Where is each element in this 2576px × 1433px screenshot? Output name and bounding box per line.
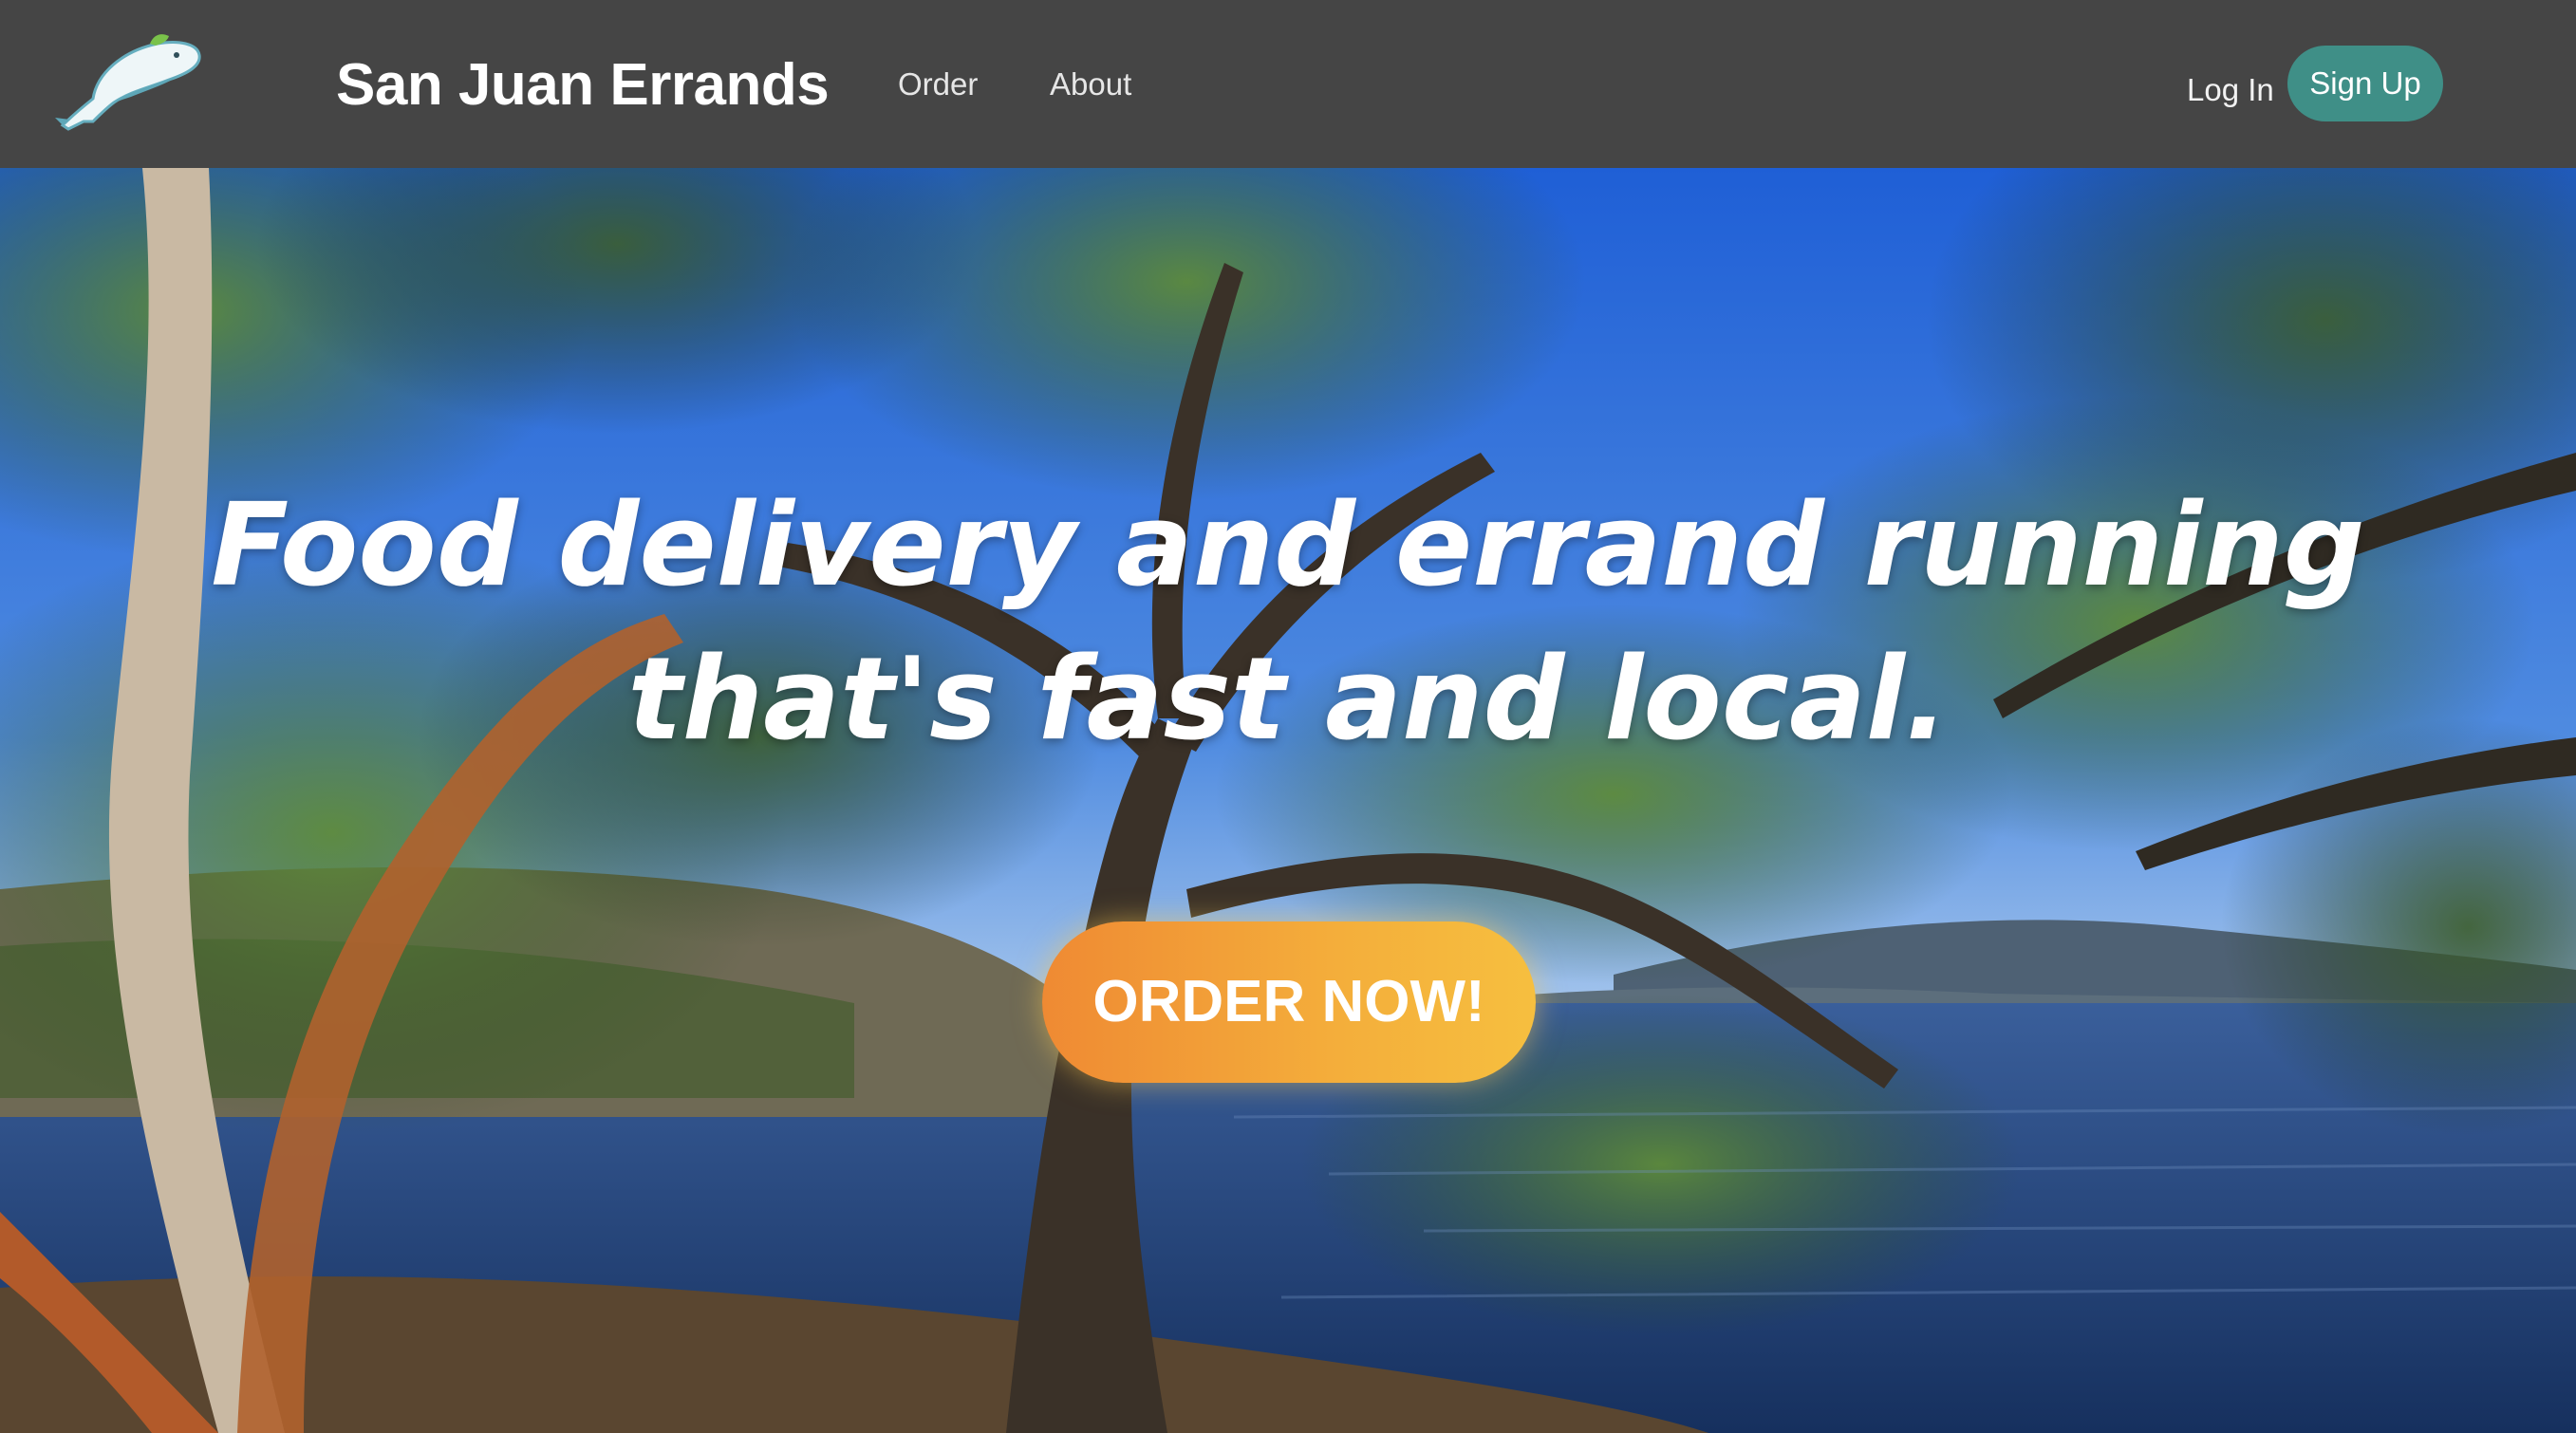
headline-line: that's fast and local. [627, 634, 1949, 766]
nav-link-about[interactable]: About [1050, 59, 1131, 110]
page: San Juan Errands Order About Log In Sign… [0, 0, 2576, 1433]
hero-headline: Food delivery and errand running that's … [0, 470, 2576, 777]
login-link[interactable]: Log In [2187, 65, 2274, 116]
hero-section: Food delivery and errand running that's … [0, 168, 2576, 1433]
signup-button[interactable]: Sign Up [2287, 46, 2443, 121]
nav-link-order[interactable]: Order [898, 59, 978, 110]
orca-whale-logo-icon[interactable] [55, 30, 207, 133]
headline-line: Food delivery and errand running [211, 480, 2365, 612]
brand-title[interactable]: San Juan Errands [336, 47, 830, 123]
trees-over-water-scene [0, 168, 2576, 1433]
order-now-button[interactable]: ORDER NOW! [1042, 921, 1536, 1083]
navbar: San Juan Errands Order About Log In Sign… [0, 0, 2576, 168]
